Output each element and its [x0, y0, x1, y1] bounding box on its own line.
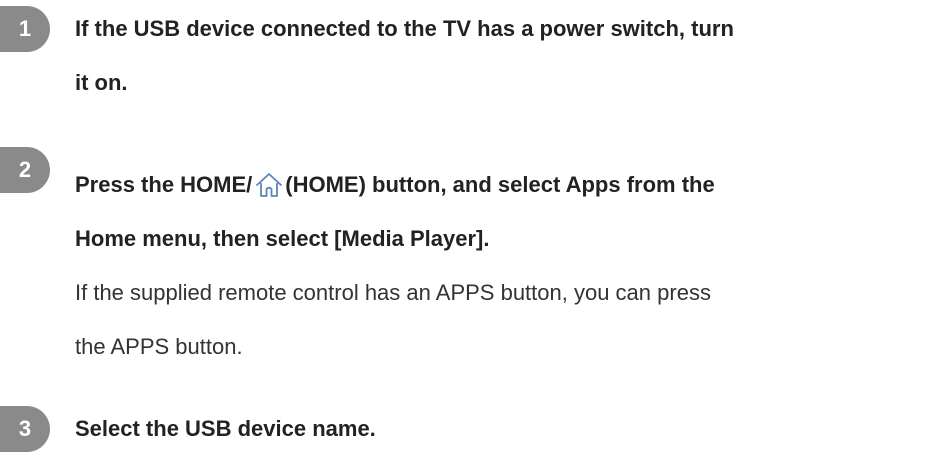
step-1-line-2: it on.: [75, 70, 128, 95]
step-2-line-1-before: Press the HOME/: [75, 172, 253, 197]
step-1-line-1: If the USB device connected to the TV ha…: [75, 16, 734, 41]
step-3-line-1: Select the USB device name.: [75, 416, 376, 441]
step-2-note-line-2: the APPS button.: [75, 334, 243, 359]
step-3-text: Select the USB device name.: [75, 402, 926, 456]
step-2-line-2: Home menu, then select [Media Player].: [75, 226, 490, 251]
home-icon: [254, 164, 284, 197]
step-2-line-1-after: (HOME) button, and select Apps from the: [285, 172, 715, 197]
step-number-badge: 2: [0, 147, 50, 193]
step-number-badge: 3: [0, 406, 50, 452]
step-2-text: Press the HOME/ (HOME) button, and select…: [75, 158, 926, 374]
step-number-badge: 1: [0, 6, 50, 52]
step-2-note-line-1: If the supplied remote control has an AP…: [75, 280, 711, 305]
step-2-line-1: Press the HOME/ (HOME) button, and select…: [75, 158, 926, 212]
step-1-text: If the USB device connected to the TV ha…: [75, 2, 926, 110]
